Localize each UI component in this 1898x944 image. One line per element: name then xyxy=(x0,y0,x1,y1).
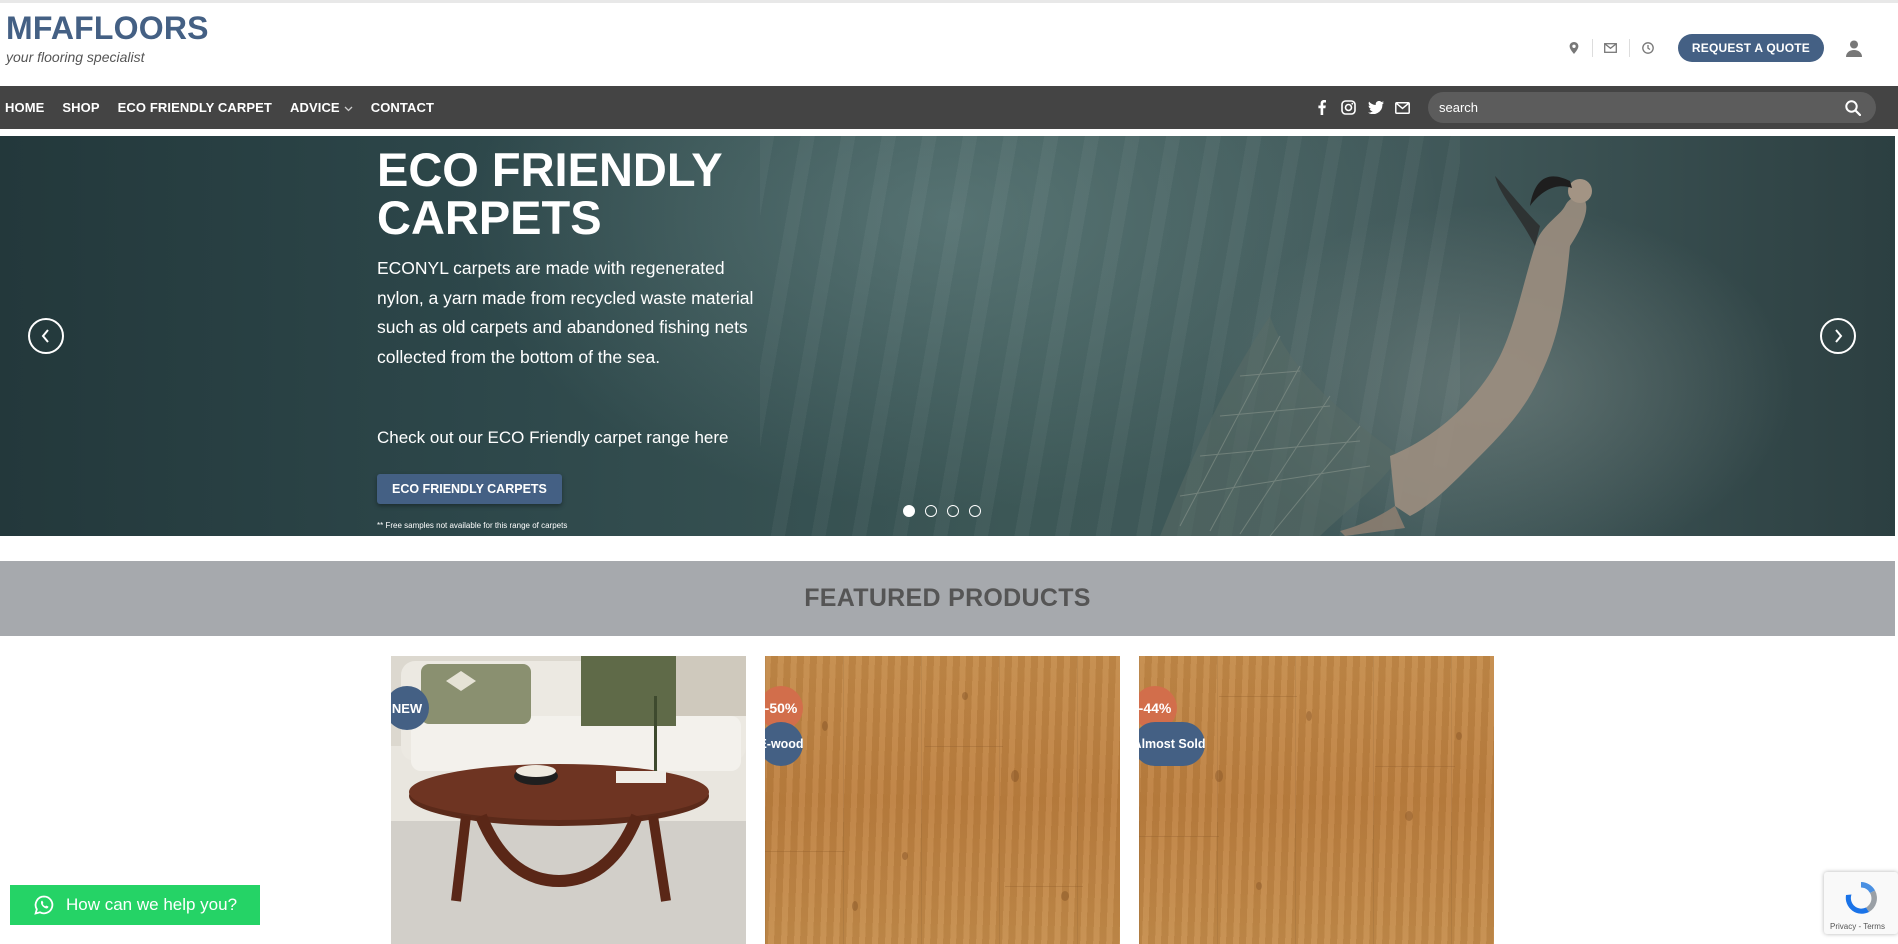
map-pin-icon[interactable] xyxy=(1556,33,1592,63)
chevron-down-icon xyxy=(344,100,353,115)
help-label: How can we help you? xyxy=(66,895,238,914)
nav-item-advice[interactable]: ADVICE xyxy=(290,100,353,115)
logo-title[interactable]: MFAFLOORS xyxy=(6,9,209,47)
chevron-left-icon xyxy=(41,329,49,343)
recaptcha-icon xyxy=(1845,882,1877,914)
whatsapp-help-button[interactable]: How can we help you? xyxy=(10,885,260,925)
recaptcha-badge[interactable]: Privacy - Terms xyxy=(1824,872,1898,934)
whatsapp-icon xyxy=(34,895,54,915)
slider-dot[interactable] xyxy=(903,505,915,517)
twitter-icon[interactable] xyxy=(1362,86,1389,129)
slider-dot[interactable] xyxy=(925,505,937,517)
header-actions: REQUEST A QUOTE xyxy=(1556,33,1874,63)
featured-title: FEATURED PRODUCTS xyxy=(804,584,1091,612)
search-input[interactable] xyxy=(1428,92,1828,123)
badge-almost-sold: Almost Sold xyxy=(1139,722,1205,766)
recaptcha-label[interactable]: Privacy - Terms xyxy=(1830,922,1885,931)
hero-description: ECONYL carpets are made with regenerated… xyxy=(377,258,754,367)
user-icon[interactable] xyxy=(1834,33,1874,63)
product-image[interactable] xyxy=(1139,656,1494,944)
nav-item-eco-friendly-carpet[interactable]: ECO FRIENDLY CARPET xyxy=(118,100,272,115)
product-image[interactable] xyxy=(765,656,1120,944)
site-header: MFAFLOORS your flooring specialist REQUE… xyxy=(0,0,1898,86)
site-logo[interactable]: MFAFLOORS your flooring specialist xyxy=(6,9,209,65)
product-image[interactable] xyxy=(391,656,746,944)
slider-next-button[interactable] xyxy=(1820,318,1856,354)
search-icon[interactable] xyxy=(1838,92,1868,123)
chevron-right-icon xyxy=(1835,329,1843,343)
product-card[interactable]: -50% E-wood xyxy=(765,656,1120,944)
nav-item-contact[interactable]: CONTACT xyxy=(371,100,434,115)
instagram-icon[interactable] xyxy=(1335,86,1362,129)
envelope-icon[interactable] xyxy=(1593,33,1629,63)
slider-dots xyxy=(903,505,991,517)
product-grid: NEW -50% E-wood -44% xyxy=(0,656,1898,944)
slider-dot[interactable] xyxy=(947,505,959,517)
search-bar xyxy=(1428,92,1876,123)
slider-dot[interactable] xyxy=(969,505,981,517)
featured-products-header: FEATURED PRODUCTS xyxy=(0,561,1895,636)
social-links xyxy=(1308,86,1416,129)
product-card[interactable]: NEW xyxy=(391,656,746,944)
hero-cta-text[interactable]: Check out our ECO Friendly carpet range … xyxy=(377,428,729,448)
hero-footnote: ** Free samples not available for this r… xyxy=(377,521,568,530)
nav-item-shop[interactable]: SHOP xyxy=(62,100,99,115)
facebook-icon[interactable] xyxy=(1308,86,1335,129)
hero-diver-image xyxy=(1160,176,1592,536)
hero-title: ECO FRIENDLY CARPETS xyxy=(377,143,722,244)
hero-slider: ECO FRIENDLY CARPETS ECONYL carpets are … xyxy=(0,136,1895,536)
clock-icon[interactable] xyxy=(1630,33,1666,63)
nav-item-advice-label: ADVICE xyxy=(289,100,340,115)
eco-friendly-carpets-button[interactable]: ECO FRIENDLY CARPETS xyxy=(377,474,562,504)
slider-prev-button[interactable] xyxy=(28,318,64,354)
nav-item-home[interactable]: HOME xyxy=(5,100,44,115)
email-icon[interactable] xyxy=(1389,86,1416,129)
nav-menu: HOME SHOP ECO FRIENDLY CARPET ADVICE CON… xyxy=(5,86,452,129)
logo-tagline: your flooring specialist xyxy=(6,49,145,65)
request-quote-button[interactable]: REQUEST A QUOTE xyxy=(1677,34,1824,62)
product-card[interactable]: -44% Almost Sold xyxy=(1139,656,1494,944)
